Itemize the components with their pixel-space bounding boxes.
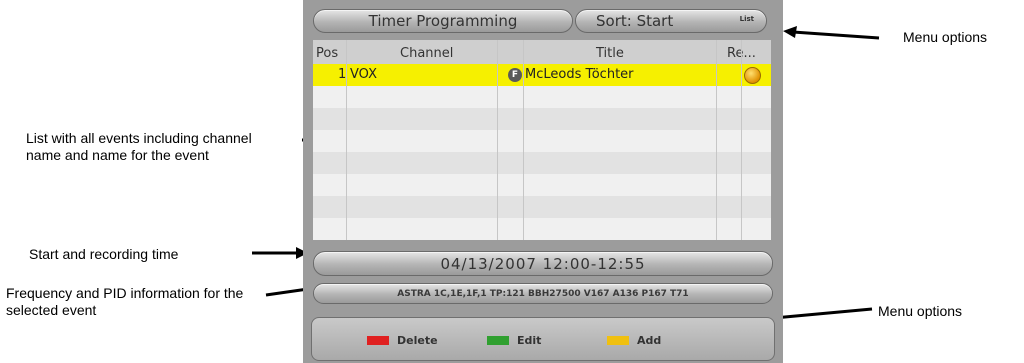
add-button[interactable]: Add <box>607 334 661 347</box>
column-divider <box>497 40 498 240</box>
table-header: Pos Channel Title Re... <box>313 40 771 64</box>
annotation-menu-options-bottom: Menu options <box>878 303 963 319</box>
recording-dot-icon <box>744 67 761 84</box>
row-channel: VOX <box>350 67 377 82</box>
arrow-icon <box>252 247 308 259</box>
table-row[interactable] <box>313 86 771 108</box>
event-datetime: 04/13/2007 12:00-12:55 <box>440 254 646 273</box>
list-badge[interactable]: List <box>740 15 754 23</box>
page-title: Timer Programming <box>368 12 518 30</box>
column-header-title[interactable]: Title <box>596 46 624 61</box>
title-pill: Timer Programming <box>313 9 573 33</box>
annotation-start-time: Start and recording time <box>29 246 179 262</box>
delete-label: Delete <box>397 334 438 347</box>
column-divider <box>523 40 524 240</box>
arrow-icon <box>783 26 880 40</box>
add-label: Add <box>637 334 662 347</box>
column-divider <box>346 40 347 240</box>
annotation-menu-options-top: Menu options <box>903 29 988 45</box>
column-divider <box>741 40 742 240</box>
column-divider <box>716 40 717 240</box>
frequency-info: ASTRA 1C,1E,1F,1 TP:121 BBH27500 V167 A1… <box>397 288 689 299</box>
free-to-air-icon: F <box>508 68 522 82</box>
table-row[interactable] <box>313 130 771 152</box>
sort-label: Sort: Start <box>596 12 674 30</box>
column-header-channel[interactable]: Channel <box>400 46 453 61</box>
frequency-bar: ASTRA 1C,1E,1F,1 TP:121 BBH27500 V167 A1… <box>313 283 773 304</box>
table-row[interactable] <box>313 108 771 130</box>
sort-button[interactable]: Sort: Start List <box>575 9 767 33</box>
annotation-frequency-pid: Frequency and PID information for the se… <box>6 285 244 318</box>
datetime-bar: 04/13/2007 12:00-12:55 <box>313 251 773 276</box>
red-key-icon <box>367 336 389 345</box>
timer-list: Pos Channel Title Re... 1 VOX F McLeods … <box>313 40 771 240</box>
edit-label: Edit <box>517 334 542 347</box>
column-header-pos[interactable]: Pos <box>316 46 338 61</box>
tv-screen: Timer Programming Sort: Start List Pos C… <box>303 0 783 363</box>
table-row[interactable] <box>313 152 771 174</box>
footer-menu: Delete Edit Add <box>311 317 775 361</box>
annotation-list-description: List with all events including channel n… <box>26 130 252 163</box>
green-key-icon <box>487 336 509 345</box>
yellow-key-icon <box>607 336 629 345</box>
table-row[interactable] <box>313 174 771 196</box>
row-title: McLeods Töchter <box>525 67 634 82</box>
delete-button[interactable]: Delete <box>367 334 438 347</box>
table-row[interactable] <box>313 196 771 218</box>
table-row[interactable] <box>313 218 771 240</box>
edit-button[interactable]: Edit <box>487 334 541 347</box>
table-row[interactable]: 1 VOX F McLeods Töchter <box>313 64 771 86</box>
